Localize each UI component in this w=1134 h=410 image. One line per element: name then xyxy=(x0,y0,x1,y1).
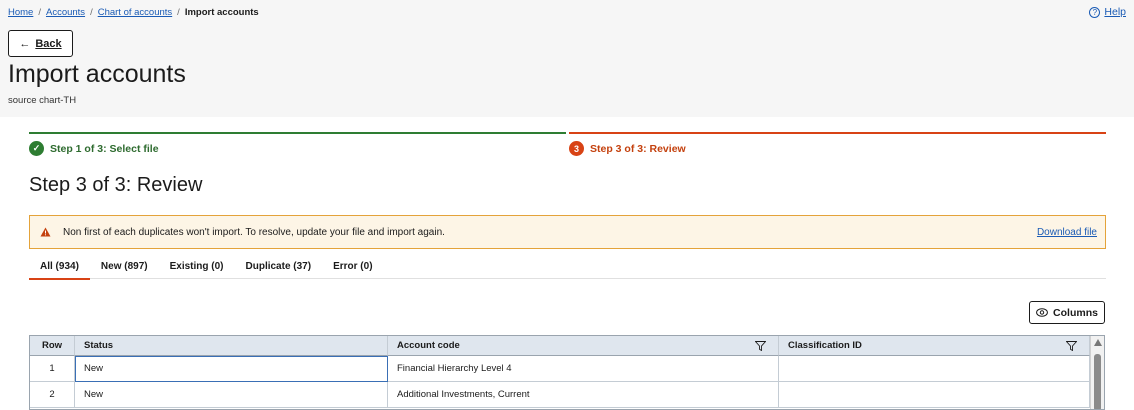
breadcrumb-separator: / xyxy=(90,7,93,18)
step-number-badge: 3 xyxy=(569,141,584,156)
header-classification-label: Classification ID xyxy=(788,340,862,351)
back-label: Back xyxy=(35,37,62,50)
cell-classification-id[interactable] xyxy=(779,356,1090,382)
help-link[interactable]: ? Help xyxy=(1089,6,1126,18)
page-subtitle: source chart-TH xyxy=(8,95,77,106)
help-icon: ? xyxy=(1089,6,1101,18)
breadcrumb-separator: / xyxy=(38,7,41,18)
breadcrumb-accounts[interactable]: Accounts xyxy=(46,7,85,18)
review-table: Row Status Account code Classification I… xyxy=(29,335,1105,410)
breadcrumb-chart-of-accounts[interactable]: Chart of accounts xyxy=(98,7,172,18)
warning-icon xyxy=(40,227,51,237)
tab-all[interactable]: All (934) xyxy=(29,253,90,280)
filter-icon[interactable] xyxy=(755,341,766,351)
cell-classification-id[interactable] xyxy=(779,382,1090,408)
table-scrollbar[interactable] xyxy=(1090,336,1104,409)
breadcrumb: Home / Accounts / Chart of accounts / Im… xyxy=(8,7,259,18)
cell-status[interactable]: New xyxy=(75,356,388,382)
back-button[interactable]: ← Back xyxy=(8,30,73,57)
step-1-progress-bar xyxy=(29,132,566,134)
scrollbar-thumb[interactable] xyxy=(1094,354,1101,409)
step-3-progress-bar xyxy=(569,132,1106,134)
tab-error[interactable]: Error (0) xyxy=(322,253,383,279)
step-1-label: Step 1 of 3: Select file xyxy=(50,142,159,155)
cell-account-code[interactable]: Financial Hierarchy Level 4 xyxy=(388,356,779,382)
alert-message: Non first of each duplicates won't impor… xyxy=(63,226,445,238)
status-tabs: All (934) New (897) Existing (0) Duplica… xyxy=(29,253,1106,280)
check-circle-icon: ✓ xyxy=(29,141,44,156)
tab-duplicate[interactable]: Duplicate (37) xyxy=(235,253,323,279)
step-1-indicator[interactable]: ✓ Step 1 of 3: Select file xyxy=(29,141,159,156)
header-classification-id[interactable]: Classification ID xyxy=(779,336,1090,356)
filter-icon[interactable] xyxy=(1066,341,1077,351)
header-row[interactable]: Row xyxy=(30,336,75,356)
help-label: Help xyxy=(1104,6,1126,18)
columns-label: Columns xyxy=(1053,306,1098,319)
page-title: Import accounts xyxy=(8,60,186,88)
cell-status[interactable]: New xyxy=(75,382,388,408)
scroll-up-icon[interactable] xyxy=(1094,339,1102,346)
cell-row: 2 xyxy=(30,382,75,408)
cell-account-code[interactable]: Additional Investments, Current xyxy=(388,382,779,408)
cell-row: 1 xyxy=(30,356,75,382)
step-3-label: Step 3 of 3: Review xyxy=(590,142,686,155)
table-row[interactable]: 2 New Additional Investments, Current xyxy=(30,382,1090,408)
header-status[interactable]: Status xyxy=(75,336,388,356)
eye-icon xyxy=(1036,308,1048,317)
breadcrumb-current: Import accounts xyxy=(184,7,259,18)
tab-existing[interactable]: Existing (0) xyxy=(159,253,235,279)
section-title: Step 3 of 3: Review xyxy=(29,174,203,196)
columns-button[interactable]: Columns xyxy=(1029,301,1105,324)
step-3-indicator: 3 Step 3 of 3: Review xyxy=(569,141,686,156)
page-header: Home / Accounts / Chart of accounts / Im… xyxy=(0,0,1134,117)
header-account-code[interactable]: Account code xyxy=(388,336,779,356)
breadcrumb-home[interactable]: Home xyxy=(8,7,33,18)
tab-new[interactable]: New (897) xyxy=(90,253,159,279)
arrow-left-icon: ← xyxy=(19,37,31,50)
breadcrumb-separator: / xyxy=(177,7,180,18)
header-account-code-label: Account code xyxy=(397,340,460,351)
download-file-link[interactable]: Download file xyxy=(1037,227,1097,238)
duplicates-alert: Non first of each duplicates won't impor… xyxy=(29,215,1106,249)
table-row[interactable]: 1 New Financial Hierarchy Level 4 xyxy=(30,356,1090,382)
